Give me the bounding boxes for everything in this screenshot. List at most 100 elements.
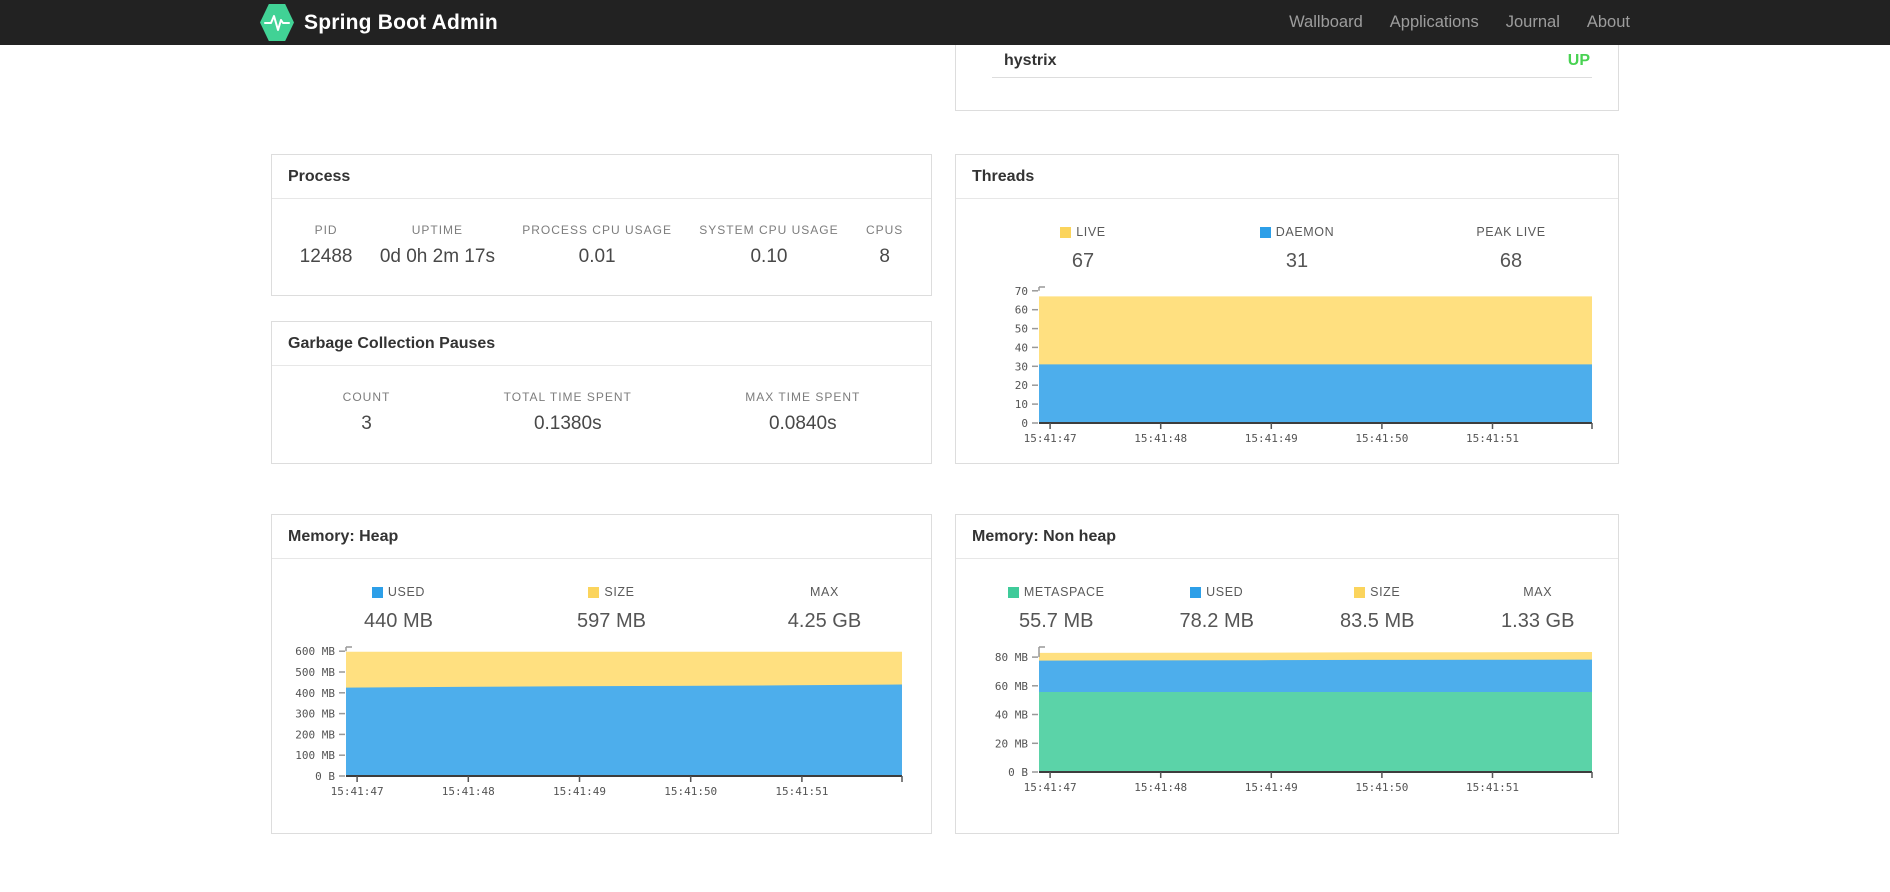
memory-heap-values: 440 MB 597 MB 4.25 GB [292, 610, 931, 633]
right-column: hystrix UP Threads LIVE DAEMON PEAK LIVE… [955, 45, 1619, 834]
gc-stats: COUNT 3 TOTAL TIME SPENT 0.1380s MAX TIM… [272, 366, 931, 459]
stat-uptime: UPTIME 0d 0h 2m 17s [379, 223, 495, 267]
client-row[interactable]: hystrix UP [956, 45, 1618, 77]
daemon-swatch-icon [1259, 226, 1271, 238]
client-status-badge: UP [1567, 52, 1590, 69]
legend-item-metaspace: METASPACE [976, 585, 1137, 599]
svg-text:600 MB: 600 MB [295, 645, 335, 658]
nonheap-size-value: 83.5 MB [1340, 610, 1415, 632]
client-row-divider [992, 77, 1592, 78]
memory-nonheap-values: 55.7 MB 78.2 MB 83.5 MB 1.33 GB [976, 610, 1618, 633]
stat-pid: PID 12488 [299, 223, 353, 267]
svg-text:15:41:47: 15:41:47 [331, 785, 384, 798]
memory-heap-chart: 0 B 100 MB 200 MB 300 MB 400 MB 500 MB 600 MB 1… [295, 645, 903, 798]
size-swatch-icon [1354, 586, 1366, 598]
gc-card-title: Garbage Collection Pauses [272, 322, 931, 366]
left-column: Process PID 12488 UPTIME 0d 0h 2m 17s PR… [271, 45, 932, 834]
svg-text:15:41:47: 15:41:47 [1024, 781, 1077, 794]
svg-text:300 MB: 300 MB [295, 708, 335, 721]
svg-text:15:41:50: 15:41:50 [664, 785, 717, 798]
svg-text:15:41:51: 15:41:51 [1466, 432, 1519, 445]
nav-links: Wallboard Applications Journal About [1289, 13, 1630, 32]
stat-gc-max-time: MAX TIME SPENT 0.0840s [745, 390, 861, 434]
nav-item-about[interactable]: About [1587, 13, 1630, 32]
legend-item-peak-live: PEAK LIVE [1476, 225, 1546, 239]
process-stats: PID 12488 UPTIME 0d 0h 2m 17s PROCESS CP… [272, 199, 931, 292]
legend-item-used: USED [1137, 585, 1298, 599]
svg-text:80 MB: 80 MB [995, 651, 1028, 664]
threads-chart: 0 10 20 30 40 50 60 70 15:41:47 15:41:48 15:41:49 1… [1015, 285, 1593, 445]
nav-item-journal[interactable]: Journal [1506, 13, 1560, 32]
spring-boot-admin-logo-icon [260, 4, 294, 41]
svg-text:30: 30 [1015, 360, 1028, 373]
threads-values: 67 31 68 [976, 250, 1618, 273]
heap-max-value: 4.25 GB [787, 610, 862, 632]
svg-text:0 B: 0 B [315, 770, 335, 783]
svg-text:10: 10 [1015, 398, 1028, 411]
svg-text:400 MB: 400 MB [295, 687, 335, 700]
svg-text:15:41:49: 15:41:49 [1245, 432, 1298, 445]
nonheap-metaspace-value: 55.7 MB [1019, 610, 1094, 632]
svg-text:60 MB: 60 MB [995, 680, 1028, 693]
client-name: hystrix [1004, 52, 1057, 69]
svg-text:15:41:50: 15:41:50 [1355, 432, 1408, 445]
svg-text:15:41:51: 15:41:51 [1466, 781, 1519, 794]
legend-item-daemon: DAEMON [1190, 225, 1404, 239]
svg-text:15:41:48: 15:41:48 [1134, 432, 1187, 445]
svg-text:50: 50 [1015, 323, 1028, 336]
stat-process-cpu-usage: PROCESS CPU USAGE 0.01 [522, 223, 672, 267]
svg-text:15:41:51: 15:41:51 [775, 785, 828, 798]
memory-heap-card: Memory: Heap USED SIZE MAX 440 MB 597 MB… [271, 514, 932, 834]
stat-cpus: CPUS 8 [865, 223, 904, 267]
memory-nonheap-chart-body: METASPACE USED SIZE MAX 55.7 MB 78.2 MB … [956, 559, 1618, 799]
threads-peak-live-value: 68 [1499, 250, 1523, 272]
svg-text:200 MB: 200 MB [295, 728, 335, 741]
svg-text:0: 0 [1021, 417, 1028, 430]
legend-item-live: LIVE [976, 225, 1190, 239]
legend-item-used: USED [292, 585, 505, 599]
svg-text:70: 70 [1015, 285, 1028, 298]
memory-nonheap-chart: 0 B 20 MB 40 MB 60 MB 80 MB 15:41:47 15:41:48 1… [995, 646, 1593, 794]
nonheap-used-value: 78.2 MB [1179, 610, 1254, 632]
legend-item-size: SIZE [505, 585, 718, 599]
legend-item-max: MAX [810, 585, 839, 599]
svg-text:500 MB: 500 MB [295, 666, 335, 679]
used-swatch-icon [1190, 586, 1202, 598]
metaspace-swatch-icon [1007, 586, 1019, 598]
svg-text:40 MB: 40 MB [995, 709, 1028, 722]
live-swatch-icon [1060, 226, 1072, 238]
used-swatch-icon [371, 586, 383, 598]
nav-item-applications[interactable]: Applications [1390, 13, 1479, 32]
threads-chart-body: LIVE DAEMON PEAK LIVE 67 31 68 0 10 20 30 40… [956, 199, 1618, 450]
svg-text:0 B: 0 B [1008, 766, 1028, 779]
client-status-card: hystrix UP [955, 45, 1619, 111]
threads-legend: LIVE DAEMON PEAK LIVE [976, 225, 1618, 239]
nonheap-max-value: 1.33 GB [1501, 610, 1575, 632]
app-brand[interactable]: Spring Boot Admin [260, 4, 498, 41]
threads-live-value: 67 [1071, 250, 1095, 272]
size-swatch-icon [588, 586, 600, 598]
content-area: Process PID 12488 UPTIME 0d 0h 2m 17s PR… [271, 45, 1619, 834]
svg-text:20: 20 [1015, 379, 1028, 392]
svg-text:15:41:48: 15:41:48 [1134, 781, 1187, 794]
legend-item-size: SIZE [1297, 585, 1458, 599]
stat-gc-total-time: TOTAL TIME SPENT 0.1380s [503, 390, 632, 434]
svg-text:20 MB: 20 MB [995, 737, 1028, 750]
garbage-collection-card: Garbage Collection Pauses COUNT 3 TOTAL … [271, 321, 932, 464]
svg-text:15:41:47: 15:41:47 [1024, 432, 1077, 445]
threads-card: Threads LIVE DAEMON PEAK LIVE 67 31 68 0… [955, 154, 1619, 464]
legend-item-max: MAX [1523, 585, 1553, 599]
nav-item-wallboard[interactable]: Wallboard [1289, 13, 1363, 32]
threads-card-title: Threads [956, 155, 1618, 199]
memory-nonheap-card: Memory: Non heap METASPACE USED SIZE MAX… [955, 514, 1619, 834]
heap-used-value: 440 MB [364, 610, 433, 632]
memory-nonheap-card-title: Memory: Non heap [956, 515, 1618, 559]
memory-heap-card-title: Memory: Heap [272, 515, 931, 559]
process-card-title: Process [272, 155, 931, 199]
svg-text:60: 60 [1015, 304, 1028, 317]
memory-heap-chart-body: USED SIZE MAX 440 MB 597 MB 4.25 GB 0 B 1… [272, 559, 931, 803]
heap-size-value: 597 MB [577, 610, 646, 632]
svg-text:15:41:49: 15:41:49 [553, 785, 606, 798]
stat-system-cpu-usage: SYSTEM CPU USAGE 0.10 [699, 223, 839, 267]
svg-text:15:41:48: 15:41:48 [442, 785, 495, 798]
